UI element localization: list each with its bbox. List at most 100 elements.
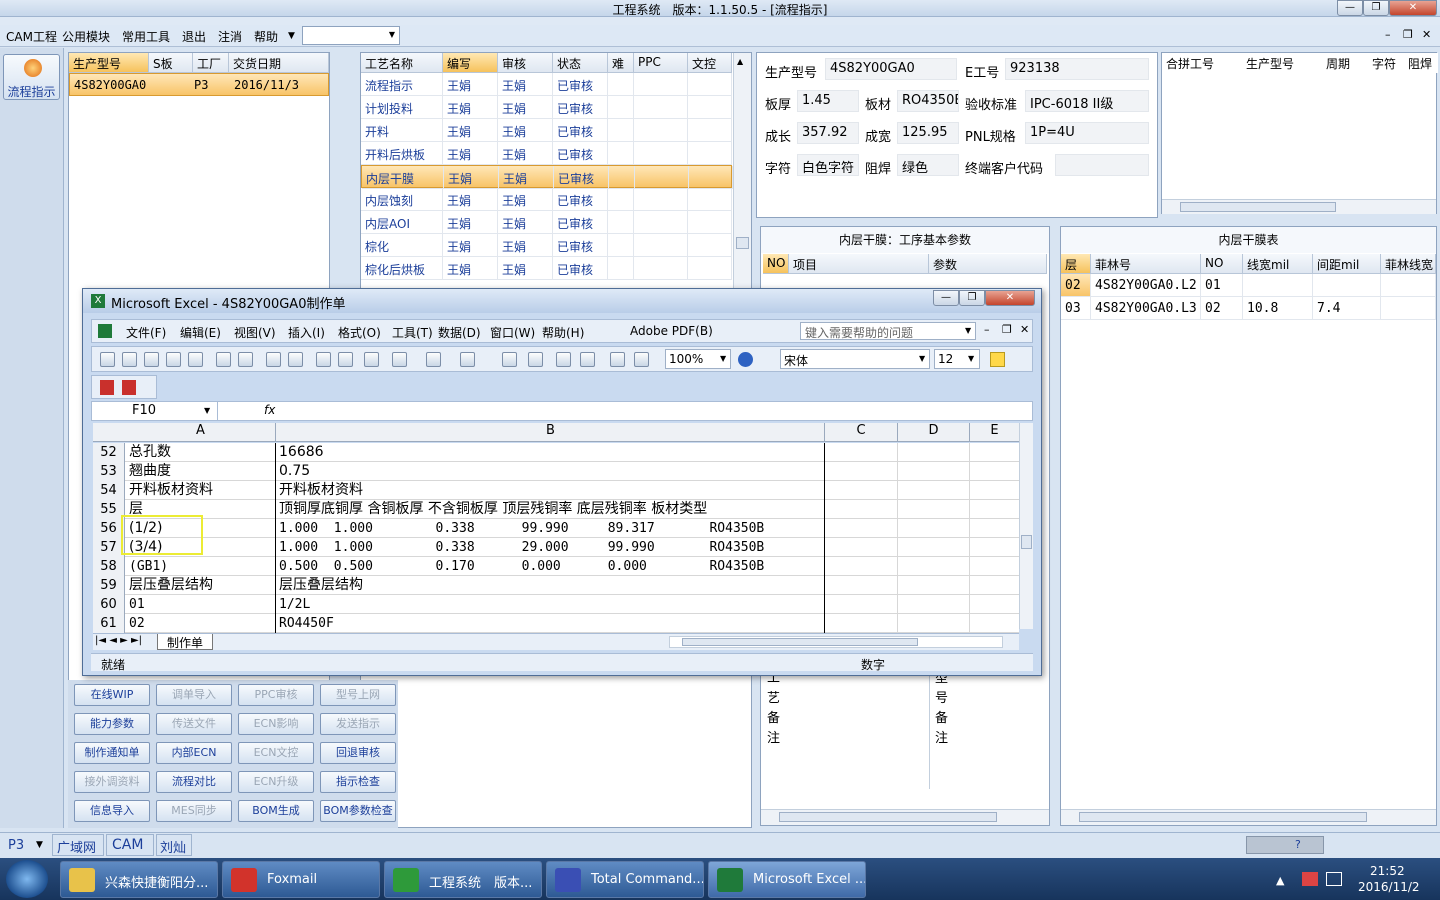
cell-b[interactable]: 顶铜厚底铜厚 含铜板厚 不含铜板厚 顶层残铜率 底层残铜率 板材类型 — [277, 500, 825, 519]
cell-d[interactable] — [898, 576, 970, 595]
excel-doc-close-icon[interactable]: ✕ — [1020, 323, 1029, 336]
orders-col-date[interactable]: 交货日期 — [229, 53, 329, 73]
cell-b[interactable]: 1/2L — [277, 595, 825, 614]
action-button[interactable]: 制作通知单 — [74, 742, 150, 764]
process-col-ppc[interactable]: PPC — [634, 53, 688, 73]
excel-menu-item[interactable]: 工具(T) — [392, 324, 433, 341]
action-button[interactable]: 内部ECN — [156, 742, 232, 764]
cell-b[interactable]: 0.500 0.500 0.170 0.000 0.000 RO4350B — [277, 557, 825, 576]
cell-c[interactable] — [825, 500, 898, 519]
font-select[interactable]: 宋体 — [780, 349, 930, 369]
preview-icon[interactable] — [238, 352, 253, 367]
table-row[interactable]: 开料后烘板 王娟 王娟 已审核 — [361, 142, 732, 165]
cell-b[interactable]: 1.000 1.000 0.338 29.000 99.990 RO4350B — [277, 538, 825, 557]
cell-c[interactable] — [825, 538, 898, 557]
excel-menu-item[interactable]: Adobe PDF(B) — [630, 324, 713, 338]
flow-guide-button[interactable]: 流程指示 — [3, 54, 60, 100]
row-number[interactable]: 52 — [93, 443, 125, 462]
action-button[interactable]: PPC审核 — [238, 684, 314, 706]
print-preview-icon[interactable] — [188, 352, 203, 367]
excel-menu-item[interactable]: 文件(F) — [126, 324, 166, 341]
undo-icon[interactable] — [426, 352, 441, 367]
menu-tools[interactable]: 常用工具 — [122, 28, 170, 45]
action-button[interactable]: ECN升级 — [238, 771, 314, 793]
process-col-difficulty[interactable]: 难 — [608, 53, 634, 73]
row-number[interactable]: 54 — [93, 481, 125, 500]
redo-icon[interactable] — [460, 352, 475, 367]
orders-col-factory[interactable]: 工厂 — [193, 53, 229, 73]
cut-icon[interactable] — [316, 352, 331, 367]
open-icon[interactable] — [122, 352, 137, 367]
clock-date[interactable]: 2016/11/2 — [1358, 880, 1420, 894]
mdi-minimize-icon[interactable]: – — [1385, 28, 1391, 41]
action-button[interactable]: 流程对比 — [156, 771, 232, 793]
close-icon[interactable]: ✕ — [1389, 0, 1437, 16]
cell-b[interactable]: 层压叠层结构 — [277, 576, 825, 595]
cell-c[interactable] — [825, 557, 898, 576]
menu-logout[interactable]: 注消 — [218, 28, 242, 45]
taskbar-item[interactable]: Foxmail — [222, 861, 380, 898]
cell-d[interactable] — [898, 519, 970, 538]
table-row[interactable]: 棕化 王娟 王娟 已审核 — [361, 234, 732, 257]
excel-menu-item[interactable]: 插入(I) — [288, 324, 325, 341]
params-scrollbar[interactable] — [761, 809, 1049, 825]
spell-icon[interactable] — [266, 352, 281, 367]
action-button[interactable]: BOM参数检查 — [320, 800, 396, 822]
cell-d[interactable] — [898, 557, 970, 576]
menu-combo[interactable]: ▼ — [302, 26, 400, 45]
action-button[interactable]: 发送指示 — [320, 713, 396, 735]
cell-b[interactable]: 开料板材资料 — [277, 481, 825, 500]
cell-c[interactable] — [825, 614, 898, 633]
process-col-review[interactable]: 审核 — [498, 53, 553, 73]
excel-menu-item[interactable]: 窗口(W) — [490, 324, 535, 341]
cell-b[interactable]: 0.75 — [277, 462, 825, 481]
chevron-down-icon[interactable]: ▼ — [36, 840, 43, 850]
action-button[interactable]: BOM生成 — [238, 800, 314, 822]
sort-asc-icon[interactable] — [556, 352, 571, 367]
chevron-down-icon[interactable]: ▼ — [288, 31, 295, 41]
table-row[interactable]: 计划投料 王娟 王娟 已审核 — [361, 96, 732, 119]
action-button[interactable]: MES同步 — [156, 800, 232, 822]
cell-a[interactable]: 总孔数 — [126, 443, 276, 462]
chart-icon[interactable] — [610, 352, 625, 367]
clock-time[interactable]: 21:52 — [1370, 864, 1405, 878]
excel-help-input[interactable]: 键入需要帮助的问题 — [800, 322, 976, 340]
merge-scrollbar[interactable] — [1162, 199, 1436, 214]
research-icon[interactable] — [288, 352, 303, 367]
table-row[interactable]: 棕化后烘板 王娟 王娟 已审核 — [361, 257, 732, 280]
excel-vscroll[interactable] — [1019, 423, 1033, 629]
menu-common[interactable]: 公用模块 — [62, 28, 110, 45]
cell-b[interactable]: RO4450F — [277, 614, 825, 633]
excel-menu-item[interactable]: 编辑(E) — [180, 324, 221, 341]
permission-icon[interactable] — [166, 352, 181, 367]
taskbar-item[interactable]: 工程系统 版本... — [384, 861, 542, 898]
row-number[interactable]: 61 — [93, 614, 125, 633]
sort-desc-icon[interactable] — [580, 352, 595, 367]
orders-col-model[interactable]: 生产型号 — [69, 53, 149, 73]
table-row[interactable]: 03 4S82Y00GA0.L3 02 10.8 7.4 — [1061, 297, 1436, 320]
cell-a[interactable]: 翘曲度 — [126, 462, 276, 481]
excel-menu-item[interactable]: 帮助(H) — [542, 324, 584, 341]
pdf-mail-icon[interactable] — [122, 380, 136, 395]
cell-c[interactable] — [825, 462, 898, 481]
sheet-tab[interactable]: 制作单 — [157, 634, 213, 650]
process-col-doc[interactable]: 文控 — [688, 53, 732, 73]
help-icon[interactable] — [738, 352, 753, 367]
help-icon[interactable]: ? — [1295, 838, 1301, 851]
excel-menu-item[interactable]: 视图(V) — [234, 324, 276, 341]
save-icon[interactable] — [144, 352, 159, 367]
mdi-close-icon[interactable]: ✕ — [1422, 28, 1431, 41]
monitor-icon[interactable] — [1326, 872, 1342, 886]
menu-cam[interactable]: CAM工程 — [6, 28, 57, 45]
cell-c[interactable] — [825, 519, 898, 538]
table-row[interactable]: 4S82Y00GA0 P3 2016/11/3 — [69, 73, 329, 96]
cell-d[interactable] — [898, 462, 970, 481]
cell-d[interactable] — [898, 481, 970, 500]
table-row[interactable]: 流程指示 王娟 王娟 已审核 — [361, 73, 732, 96]
mdi-restore-icon[interactable]: ❐ — [1403, 28, 1413, 41]
action-button[interactable]: 接外调资料 — [74, 771, 150, 793]
menu-exit[interactable]: 退出 — [182, 28, 206, 45]
format-painter-icon[interactable] — [392, 352, 407, 367]
action-button[interactable]: 在线WIP — [74, 684, 150, 706]
cell-d[interactable] — [898, 500, 970, 519]
